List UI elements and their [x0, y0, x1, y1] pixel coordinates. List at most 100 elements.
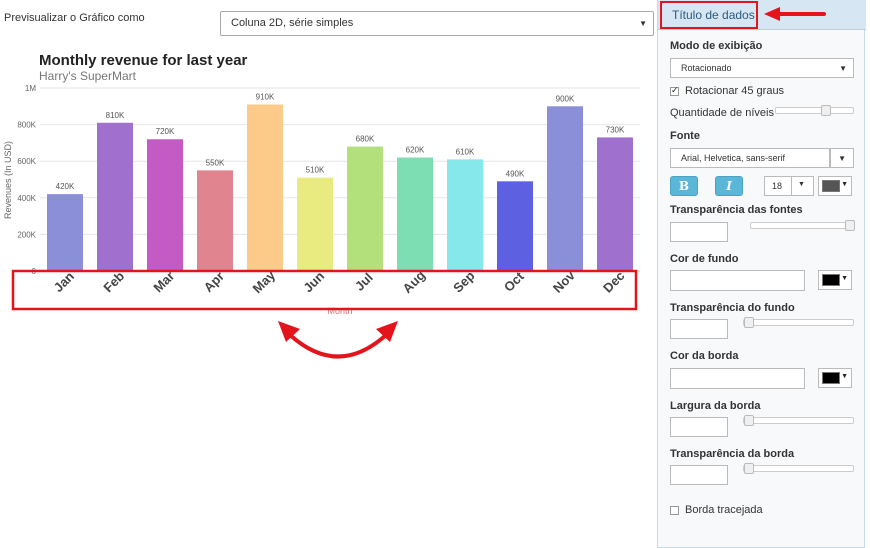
panel-header: Título de dados: [658, 0, 866, 30]
y-tick-label: 200K: [17, 230, 36, 239]
x-tick-label: Jan: [51, 269, 77, 295]
bg-color-picker[interactable]: ▼: [818, 270, 852, 290]
bar: [397, 157, 433, 271]
display-mode-value: Rotacionado: [681, 63, 732, 73]
x-tick-label: Oct: [501, 268, 527, 294]
bg-opacity-label: Transparência do fundo: [670, 302, 795, 314]
bg-color-label: Cor de fundo: [670, 253, 739, 265]
border-color-picker[interactable]: ▼: [818, 368, 852, 388]
font-opacity-label: Transparência das fontes: [670, 204, 803, 216]
levels-label: Quantidade de níveis: [670, 107, 774, 119]
data-label: 900K: [556, 94, 575, 103]
data-label: 490K: [506, 169, 525, 178]
bar: [347, 146, 383, 271]
callout-arrow-shaft: [778, 12, 826, 16]
font-value: Arial, Helvetica, sans-serif: [681, 153, 786, 163]
border-width-slider[interactable]: [743, 417, 854, 424]
bar: [297, 177, 333, 271]
chevron-down-icon: ▼: [841, 373, 848, 380]
font-opacity-input[interactable]: [670, 222, 728, 242]
levels-slider[interactable]: [775, 107, 854, 114]
border-opacity-input[interactable]: [670, 465, 728, 485]
chart-title: Monthly revenue for last year: [39, 52, 248, 69]
x-tick-label: Feb: [100, 268, 127, 295]
border-opacity-slider[interactable]: [743, 465, 854, 472]
border-color-swatch: [822, 372, 840, 384]
chart-type-select[interactable]: Coluna 2D, série simples ▼: [220, 11, 654, 36]
x-tick-label: Mar: [150, 268, 177, 295]
data-label: 910K: [256, 92, 275, 101]
y-tick-label: 400K: [17, 194, 36, 203]
bar: [497, 181, 533, 271]
y-tick-label: 800K: [17, 121, 36, 130]
bg-color-input[interactable]: [670, 270, 805, 291]
border-opacity-slider-handle[interactable]: [744, 463, 754, 474]
font-size-select[interactable]: 18 ▼: [764, 176, 814, 196]
rotate-45-checkbox[interactable]: [670, 85, 679, 96]
bg-opacity-slider[interactable]: [743, 319, 854, 326]
display-mode-select[interactable]: Rotacionado ▼: [670, 58, 854, 78]
chart-type-value: Coluna 2D, série simples: [231, 17, 354, 29]
font-label: Fonte: [670, 130, 700, 142]
data-label: 510K: [306, 166, 325, 175]
chevron-down-icon: ▼: [838, 154, 846, 163]
bar: [597, 137, 633, 271]
data-label: 610K: [456, 147, 475, 156]
border-width-input[interactable]: [670, 417, 728, 437]
data-label: 720K: [156, 127, 175, 136]
chart-subtitle: Harry's SuperMart: [39, 69, 137, 83]
dashed-border-checkbox[interactable]: [670, 506, 679, 515]
bg-opacity-slider-handle[interactable]: [744, 317, 754, 328]
y-tick-label: 600K: [17, 157, 36, 166]
chart: Monthly revenue for last yearHarry's Sup…: [3, 52, 640, 359]
font-select-toggle[interactable]: ▼: [830, 148, 854, 168]
y-tick-label: 1M: [25, 84, 36, 93]
preview-label: Previsualizar o Gráfico como: [4, 12, 145, 24]
font-opacity-slider[interactable]: [750, 222, 854, 229]
data-label: 730K: [606, 125, 625, 134]
x-tick-label: Jul: [352, 270, 376, 294]
bar: [197, 170, 233, 271]
font-size-divider: [791, 177, 792, 195]
rotate-45-label: Rotacionar 45 graus: [685, 85, 785, 97]
bg-color-swatch: [822, 274, 840, 286]
levels-slider-handle[interactable]: [821, 105, 831, 116]
border-width-label: Largura da borda: [670, 400, 761, 412]
bar: [147, 139, 183, 271]
bar: [547, 106, 583, 271]
y-axis-title: Revenues (In USD): [3, 141, 13, 219]
data-title-panel: Título de dados Modo de exibição Rotacio…: [657, 0, 866, 548]
panel-header-title[interactable]: Título de dados: [660, 1, 758, 29]
border-width-slider-handle[interactable]: [744, 415, 754, 426]
x-tick-label: Apr: [201, 269, 227, 295]
font-select[interactable]: Arial, Helvetica, sans-serif: [670, 148, 830, 168]
border-color-label: Cor da borda: [670, 350, 739, 362]
bar: [447, 159, 483, 271]
chevron-down-icon: ▼: [841, 275, 848, 282]
bg-opacity-input[interactable]: [670, 319, 728, 339]
font-color-picker[interactable]: ▼: [818, 176, 852, 196]
display-mode-label: Modo de exibição: [670, 40, 763, 52]
chevron-down-icon: ▼: [839, 64, 847, 73]
data-label: 620K: [406, 146, 425, 155]
font-opacity-slider-handle[interactable]: [845, 220, 855, 231]
font-size-value: 18: [772, 181, 783, 191]
data-label: 550K: [206, 158, 225, 167]
chevron-down-icon: ▼: [798, 181, 805, 188]
chevron-down-icon: ▼: [639, 19, 647, 28]
bar: [97, 122, 133, 272]
bar: [47, 194, 83, 271]
x-tick-label: Jun: [300, 268, 327, 295]
bar: [247, 104, 283, 271]
data-label: 810K: [106, 111, 125, 120]
bold-button[interactable]: B: [670, 176, 698, 196]
italic-button[interactable]: I: [715, 176, 743, 196]
border-opacity-label: Transparência da borda: [670, 448, 795, 460]
curved-arrow: [288, 333, 388, 359]
chevron-down-icon: ▼: [841, 181, 848, 188]
data-label: 420K: [56, 182, 75, 191]
dashed-border-label: Borda tracejada: [685, 504, 763, 516]
data-label: 680K: [356, 135, 375, 144]
border-color-input[interactable]: [670, 368, 805, 389]
font-color-swatch: [822, 180, 840, 192]
